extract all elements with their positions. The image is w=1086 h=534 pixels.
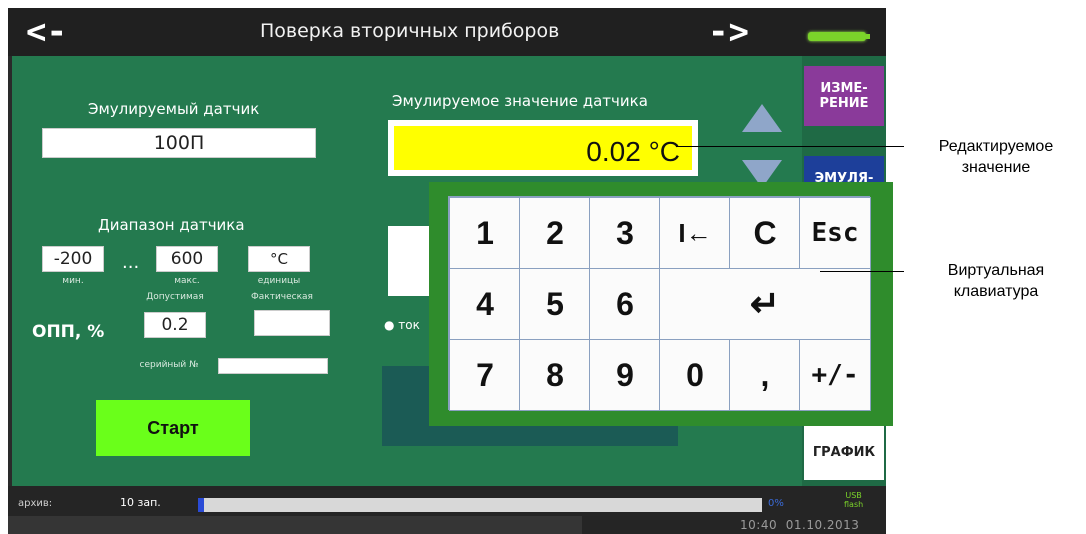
keyboard-annotation: Виртуальная клавиатура <box>947 262 1045 300</box>
key-1[interactable]: 1 <box>449 197 521 269</box>
key-escape[interactable]: Esc <box>799 197 871 269</box>
clock-date: 01.10.2013 <box>785 518 860 532</box>
range-units-field[interactable]: °C <box>248 246 310 272</box>
opp-actual-field <box>254 310 330 336</box>
forward-button[interactable]: -> <box>708 12 749 52</box>
key-0[interactable]: 0 <box>659 339 731 411</box>
edited-value-leader <box>676 146 904 147</box>
range-max-caption: макс. <box>174 276 200 286</box>
range-units-caption: единицы <box>257 276 301 286</box>
emulated-value-text: 0.02 °C <box>586 136 680 167</box>
range-min-caption: мин. <box>62 276 84 286</box>
page-title: Поверка вторичных приборов <box>260 20 560 42</box>
sensor-label: Эмулируемый датчик <box>88 100 260 118</box>
opp-actual-caption: Фактическая <box>251 292 313 302</box>
archive-progress-fill <box>198 498 204 512</box>
range-max-field[interactable]: 600 <box>156 246 218 272</box>
keypad: 1 2 3 I← C Esc 4 5 6 ↵ 7 8 9 0 , +/- <box>448 196 871 411</box>
opp-label: ОПП, % <box>32 322 105 342</box>
usb-flash-indicator: USB flash <box>844 491 864 509</box>
archive-records: 10 зап. <box>120 496 161 509</box>
key-comma[interactable]: , <box>729 339 801 411</box>
range-separator: ... <box>122 252 140 273</box>
opp-allowed-caption: Допустимая <box>146 292 204 302</box>
archive-percent: 0% <box>768 498 784 509</box>
key-3[interactable]: 3 <box>589 197 661 269</box>
key-4[interactable]: 4 <box>449 268 521 340</box>
opp-allowed-field[interactable]: 0.2 <box>144 312 206 338</box>
serial-label: серийный № <box>139 360 199 370</box>
key-clear[interactable]: C <box>729 197 801 269</box>
battery-icon <box>808 32 866 41</box>
current-radio-label: ток <box>398 318 420 332</box>
measurement-tab[interactable]: ИЗМЕ- РЕНИЕ <box>804 66 884 126</box>
range-label: Диапазон датчика <box>98 216 245 234</box>
serial-field[interactable] <box>218 358 328 374</box>
key-7[interactable]: 7 <box>449 339 521 411</box>
key-2[interactable]: 2 <box>519 197 591 269</box>
key-8[interactable]: 8 <box>519 339 591 411</box>
emulated-value-field[interactable]: 0.02 °C <box>388 120 698 176</box>
status-bar: архив: 10 зап. 0% USB flash 10:40 01.10.… <box>8 486 886 534</box>
clock-time: 10:40 <box>740 518 778 532</box>
key-6[interactable]: 6 <box>589 268 661 340</box>
current-radio[interactable]: ● ток <box>384 318 420 332</box>
battery-tip <box>866 34 870 39</box>
key-sign[interactable]: +/- <box>799 339 871 411</box>
key-5[interactable]: 5 <box>519 268 591 340</box>
clock: 10:40 01.10.2013 <box>740 518 859 532</box>
key-9[interactable]: 9 <box>589 339 661 411</box>
archive-label: архив: <box>18 498 53 509</box>
title-bar: <- Поверка вторичных приборов -> <box>8 8 886 56</box>
range-min-field[interactable]: -200 <box>42 246 104 272</box>
key-backspace[interactable]: I← <box>659 197 731 269</box>
archive-progress-bar <box>198 498 762 512</box>
graph-tab[interactable]: ГРАФИК <box>804 424 884 480</box>
start-button[interactable]: Старт <box>96 400 250 456</box>
keyboard-leader <box>820 271 904 272</box>
sensor-field[interactable]: 100П <box>42 128 316 158</box>
status-strip <box>8 516 582 534</box>
increment-arrow-icon[interactable] <box>742 104 782 132</box>
back-button[interactable]: <- <box>26 12 67 52</box>
key-enter[interactable]: ↵ <box>659 268 871 340</box>
edited-value-annotation: Редактируемое значение <box>938 138 1054 176</box>
emulated-value-label: Эмулируемое значение датчика <box>392 92 648 110</box>
